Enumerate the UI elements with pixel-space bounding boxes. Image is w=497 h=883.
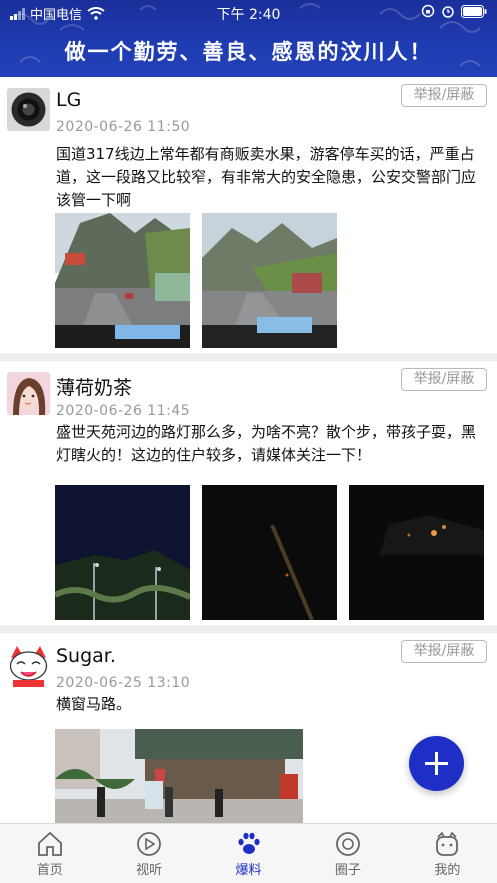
paw-icon [237,832,260,854]
circle-icon [336,832,360,856]
post-time: 2020-06-26 11:45 [56,403,191,419]
slogan-banner: 做一个勤劳、善良、感恩的汶川人！ [64,39,433,64]
tab-report[interactable]: 爆料 [199,824,298,883]
tab-label: 我的 [434,863,461,878]
report-block-button[interactable]: 举报/屏蔽 [401,368,487,391]
home-icon [37,831,62,856]
post-time: 2020-06-25 13:10 [56,675,191,691]
post-text: 横窗马路。 [56,695,132,713]
post-feed[interactable]: LG 2020-06-26 11:50 举报/屏蔽 国道317线边上常年都有商贩… [0,77,497,823]
username[interactable]: LG [56,89,81,111]
post-text: 盛世天苑河边的路灯那么多，为啥不亮？散个步，带孩子耍，黑灯瞎火的！这边的住户较多… [56,423,477,464]
new-post-button[interactable] [409,736,464,791]
divider [0,625,497,633]
profile-icon [436,831,459,856]
post-photo[interactable] [55,213,190,348]
post-photo[interactable] [202,213,337,348]
tab-label: 圈子 [334,863,361,878]
divider [0,353,497,361]
report-block-button[interactable]: 举报/屏蔽 [401,640,487,663]
tab-home[interactable]: 首页 [0,824,99,883]
tab-label: 首页 [36,863,63,878]
post-time: 2020-06-26 11:50 [56,119,191,135]
app-header: 中国电信 下午 2:40 做一个勤劳、善良、感恩的汶川人！ [0,0,497,77]
avatar[interactable] [7,372,50,415]
post-card: Sugar. 2020-06-25 13:10 举报/屏蔽 横窗马路。 [0,633,497,823]
alarm-icon [442,6,454,18]
rotation-lock-icon [421,4,435,18]
play-icon [137,832,162,856]
post-text: 国道317线边上常年都有商贩卖水果，游客停车买的话，严重占道，这一段路又比较窄，… [56,145,477,209]
bottom-tab-bar: 首页 视听 爆料 圈子 我的 [0,823,497,883]
post-photo[interactable] [55,485,190,620]
username[interactable]: 薄荷奶茶 [56,373,132,400]
tab-profile[interactable]: 我的 [398,824,497,883]
post-card: LG 2020-06-26 11:50 举报/屏蔽 国道317线边上常年都有商贩… [0,77,497,361]
username[interactable]: Sugar. [56,645,116,667]
tab-media[interactable]: 视听 [99,824,198,883]
post-photo[interactable] [202,485,337,620]
plus-icon [425,752,448,775]
post-card: 薄荷奶茶 2020-06-26 11:45 举报/屏蔽 盛世天苑河边的路灯那么多… [0,361,497,633]
battery-icon [461,4,487,18]
post-photo[interactable] [55,729,303,823]
post-photo[interactable] [349,485,484,620]
tab-label: 视听 [136,863,163,878]
avatar[interactable] [7,644,50,687]
status-bar: 中国电信 下午 2:40 [0,0,497,26]
avatar[interactable] [7,88,50,131]
tab-circle[interactable]: 圈子 [298,824,397,883]
tab-label: 爆料 [235,863,262,878]
report-block-button[interactable]: 举报/屏蔽 [401,84,487,107]
